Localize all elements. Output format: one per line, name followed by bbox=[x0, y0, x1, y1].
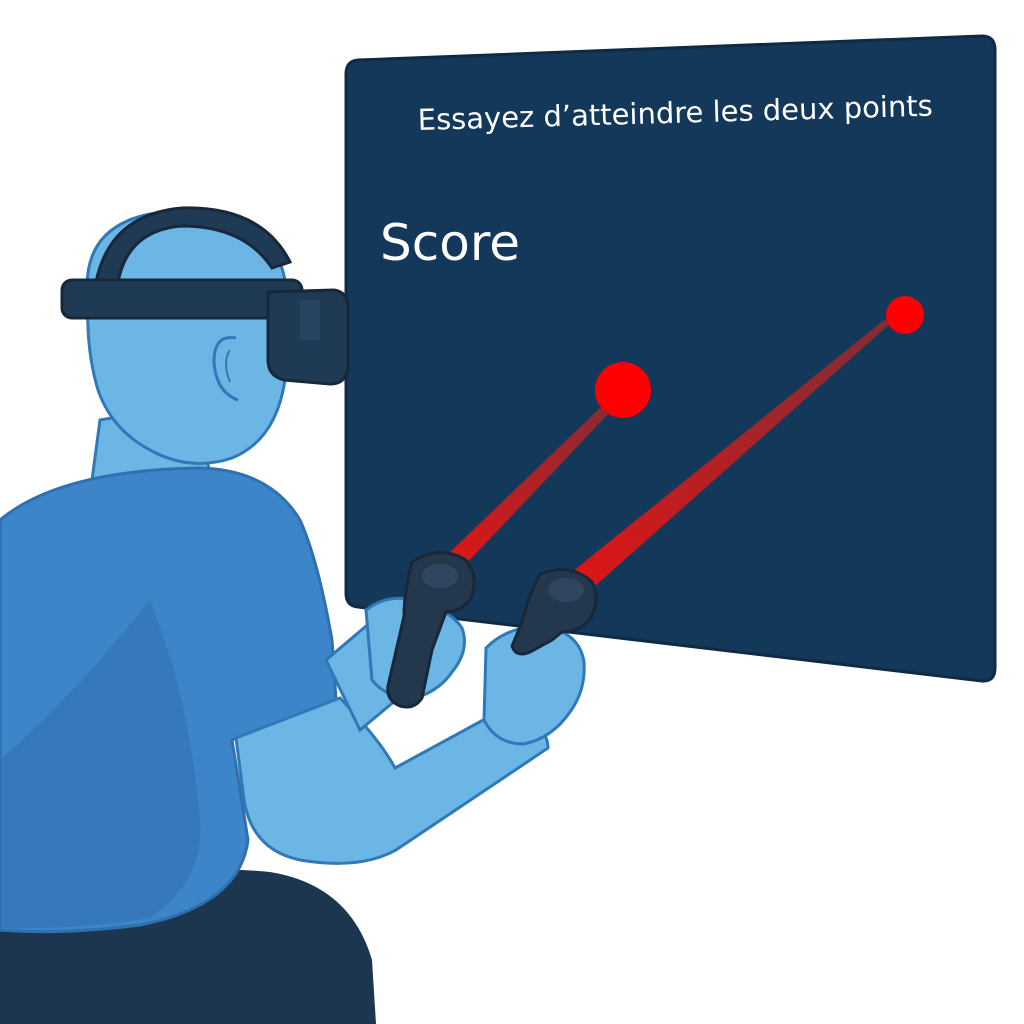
target-dot-icon[interactable] bbox=[886, 296, 924, 334]
headset-side-strap bbox=[60, 278, 304, 320]
score-label: Score bbox=[380, 214, 520, 272]
vr-scene: Essayez d’atteindre les deux points Scor… bbox=[0, 34, 997, 1024]
vr-headset-icon bbox=[266, 288, 350, 386]
target-dot-icon[interactable] bbox=[595, 362, 651, 418]
